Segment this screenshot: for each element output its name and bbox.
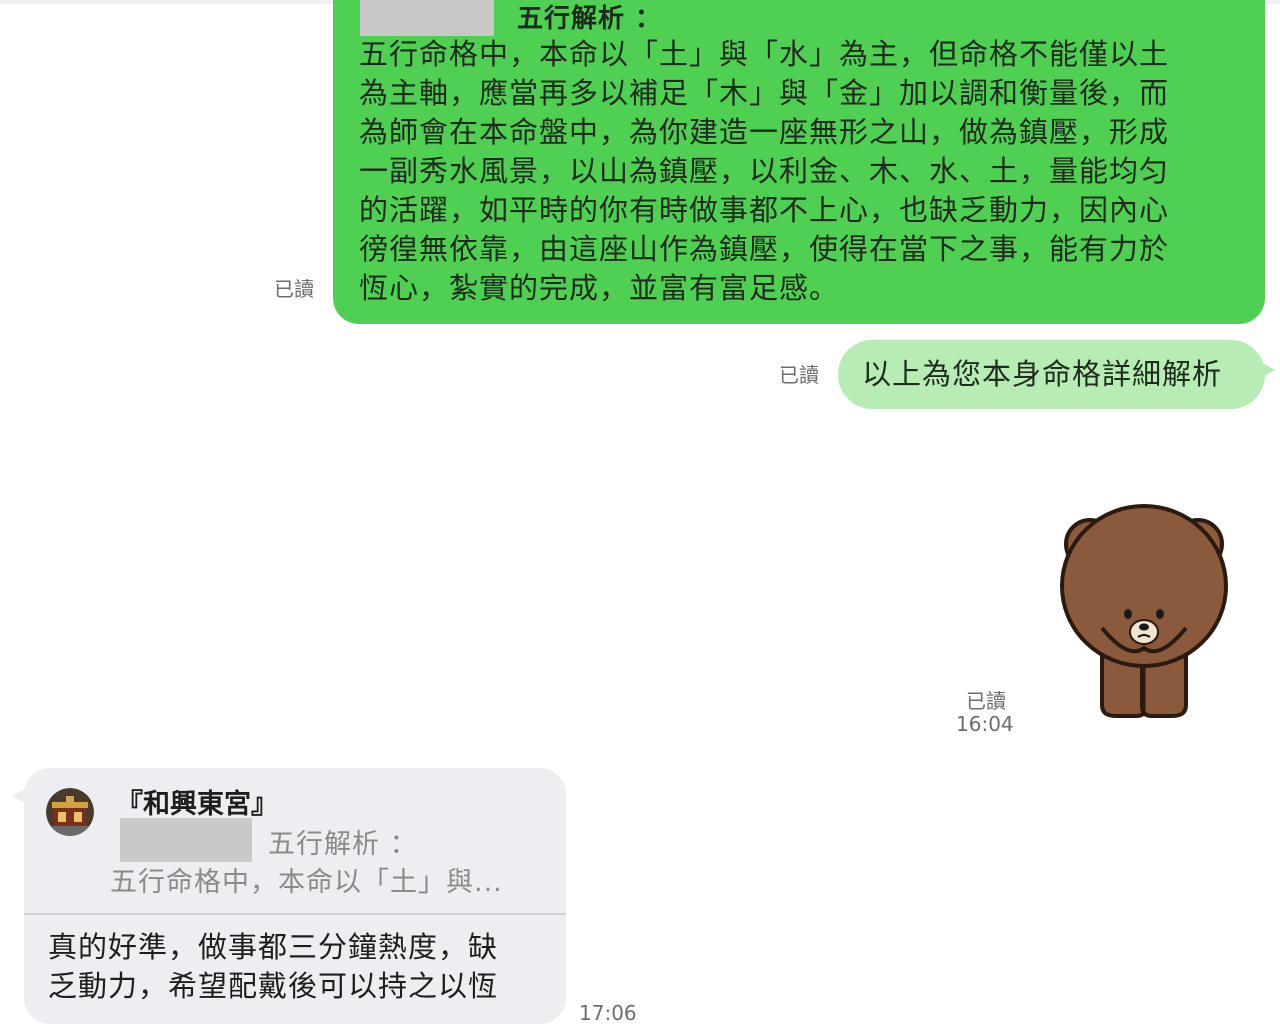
read-receipt: 已讀 (779, 363, 819, 387)
quoted-title: 五行解析 ： (268, 829, 418, 860)
chat-view: 已讀 五行解析 ： 五行命格中，本命以「土」與「水」為主，但命格不能僅以土 為主… (0, 0, 1280, 1031)
bear-icon (1060, 504, 1228, 718)
avatar[interactable] (46, 788, 94, 836)
reply-header-title: 五行解析 ： (517, 4, 663, 34)
redacted-block (120, 818, 252, 862)
read-receipt: 已讀 (966, 689, 1006, 713)
message-text: 真的好準，做事都三分鐘熱度，缺 乏動力，希望配戴後可以持之以恆 (48, 930, 499, 1003)
quote-divider (24, 913, 566, 915)
bubble-tail (12, 788, 26, 804)
temple-avatar-icon (46, 788, 94, 836)
sent-message-bubble[interactable]: 以上為您本身命格詳細解析 (838, 340, 1275, 409)
message-text: 以上為您本身命格詳細解析 (862, 357, 1223, 391)
received-message-bubble[interactable]: 『和興東宮』 五行解析 ： 五行命格中，本命以「土」與... 真的好準，做事都三… (12, 768, 566, 1024)
brown-bear-sticker[interactable] (1058, 500, 1230, 722)
message-time: 17:06 (579, 1001, 637, 1025)
quoted-excerpt[interactable]: 五行命格中，本命以「土」與... (110, 860, 503, 899)
message-text: 五行命格中，本命以「土」與「水」為主，但命格不能僅以土 為主軸，應當再多以補足「… (359, 37, 1170, 305)
read-receipt: 已讀 (274, 277, 314, 301)
sent-message-bubble[interactable]: 五行解析 ： 五行命格中，本命以「土」與「水」為主，但命格不能僅以土 為主軸，應… (333, 0, 1265, 324)
reply-header: 五行解析 ： (360, 0, 810, 38)
message-time: 16:04 (956, 712, 1014, 736)
redacted-block (360, 0, 494, 36)
quoted-sender-name: 『和興東宮』 (116, 789, 278, 820)
bubble-tail (1261, 362, 1275, 378)
